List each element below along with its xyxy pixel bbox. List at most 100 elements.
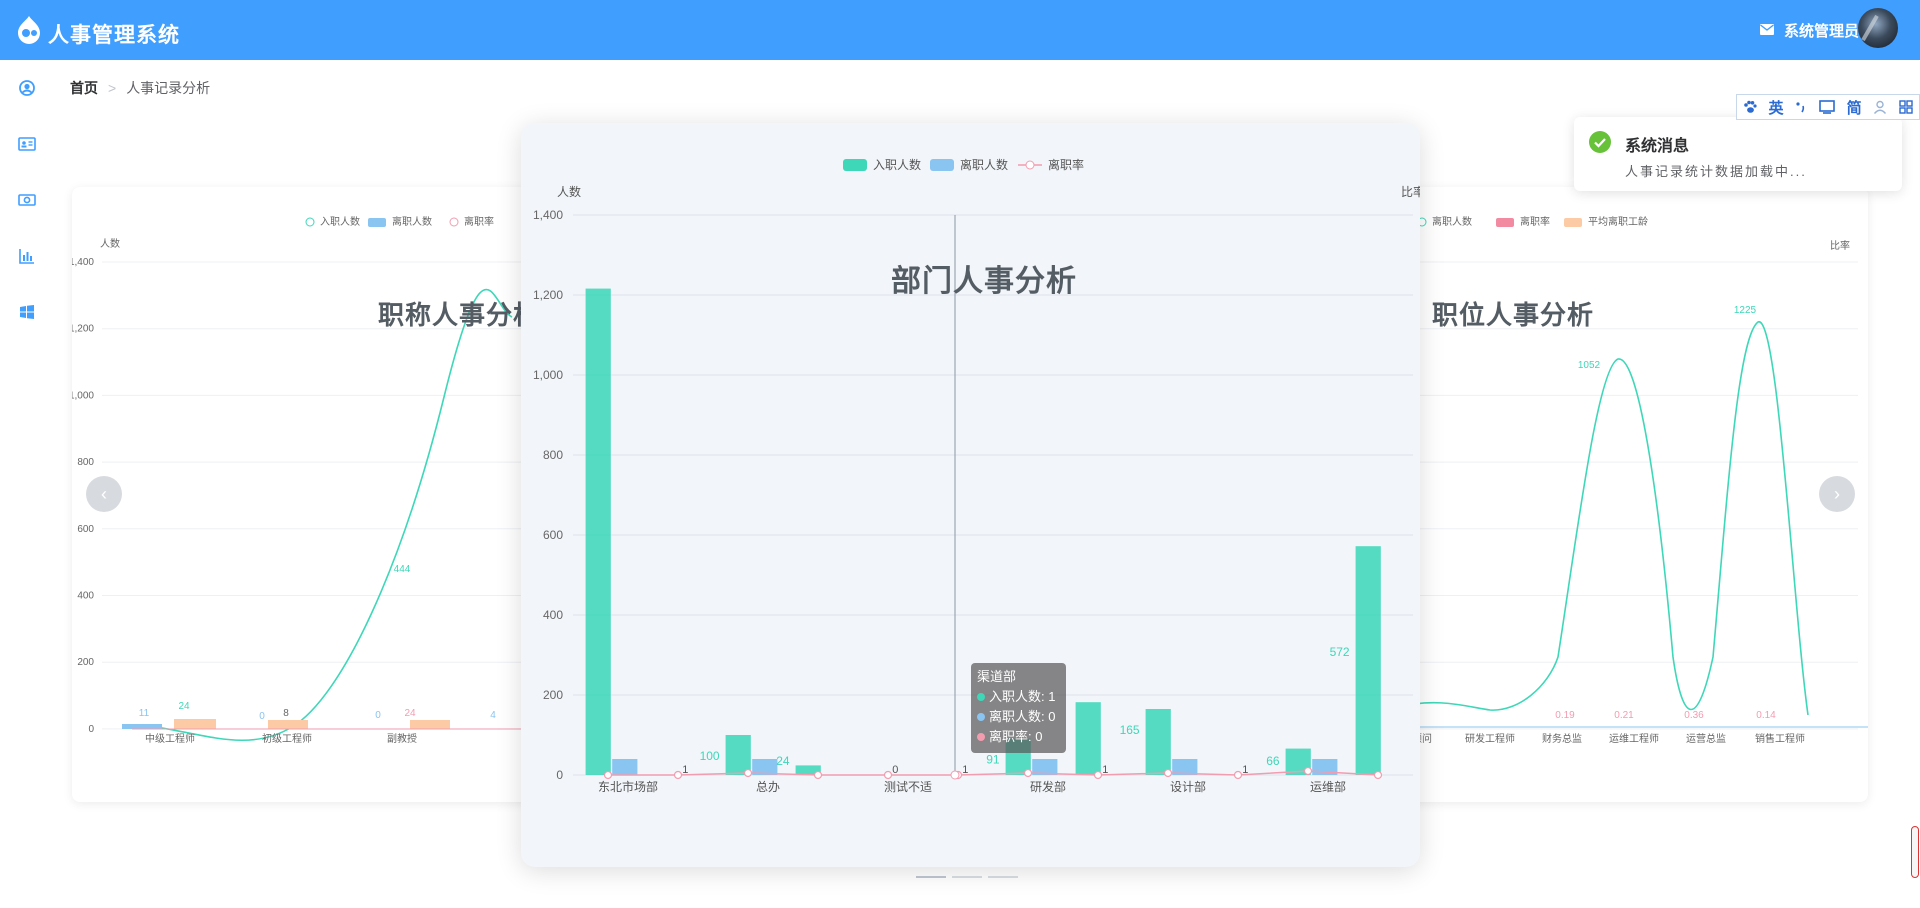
bar-hires	[1145, 709, 1171, 775]
bar-chart-icon[interactable]	[17, 246, 37, 266]
svg-text:离职人数: 离职人数	[392, 215, 432, 228]
crosshair-marker	[950, 770, 960, 780]
bar-hires	[725, 735, 751, 775]
svg-text:入职人数: 入职人数	[320, 215, 360, 228]
breadcrumb-current: 人事记录分析	[126, 80, 211, 96]
tooltip-row: 离职人数: 0	[989, 709, 1055, 724]
carousel-next-button[interactable]: ›	[1819, 476, 1855, 512]
chart-title: 职位人事分析	[1432, 300, 1595, 330]
left-y-axis-label: 人数	[100, 237, 120, 250]
carousel-indicator[interactable]	[952, 876, 982, 878]
left-data-label: 24	[404, 708, 416, 719]
y-tick-label: 0	[556, 768, 563, 782]
y-tick-label: 1,200	[533, 288, 563, 302]
ime-lang-toggle[interactable]: 英	[1769, 97, 1784, 118]
right-x-ticks: 技术顾问 研发工程师 财务总监 运维工程师 运营总监 销售工程师	[1398, 732, 1805, 745]
tooltip-row: 离职率: 0	[989, 729, 1042, 744]
windows-icon[interactable]	[17, 302, 37, 322]
left-data-label: 11	[139, 708, 150, 719]
data-label: 572	[1330, 645, 1350, 659]
bar-hires	[1355, 546, 1381, 775]
right-data-label: 0.36	[1684, 710, 1704, 721]
keyboard-icon[interactable]	[1819, 100, 1835, 114]
breadcrumb-separator: >	[108, 80, 117, 96]
right-legend: 离职人数 离职率 平均离职工龄	[1417, 215, 1648, 228]
app-title: 人事管理系统	[48, 24, 180, 47]
data-label: 1	[1242, 764, 1248, 776]
chart-title: 职称人事分析	[378, 300, 541, 330]
left-x-ticks: 中级工程师 初级工程师 副教授	[145, 732, 417, 745]
legend-marker	[1025, 160, 1035, 170]
right-data-label: 1225	[1734, 305, 1757, 316]
left-y-tick-label: 1,000	[72, 390, 94, 401]
carousel-prev-button[interactable]: ‹	[86, 476, 122, 512]
breadcrumb: 首页 > 人事记录分析	[70, 78, 210, 98]
left-data-label: 444	[394, 564, 411, 575]
scrollbar-thumb[interactable]	[1911, 826, 1919, 878]
data-label: 100	[700, 749, 720, 763]
paw-icon[interactable]	[1743, 100, 1757, 114]
left-bar	[268, 720, 308, 729]
user-icon[interactable]	[1873, 100, 1887, 114]
department-chart-panel[interactable]: 入职人数 离职人数 离职率 人数 比率 1,400 1,200 1,000 800 600 400 2…	[521, 123, 1420, 867]
data-label: 1	[1102, 764, 1108, 776]
breadcrumb-home[interactable]: 首页	[70, 80, 98, 96]
avatar[interactable]	[1858, 8, 1898, 48]
rate-marker	[673, 770, 683, 780]
punctuation-icon[interactable]	[1795, 100, 1807, 114]
envelope-icon[interactable]	[1760, 24, 1774, 35]
right-x-tick-label: 运营总监	[1686, 732, 1726, 745]
left-bar	[410, 720, 450, 729]
y-tick-label: 1,000	[533, 368, 563, 382]
x-tick-label: 研发部	[1030, 779, 1066, 794]
data-label: 165	[1120, 723, 1140, 737]
right-data-label: 1052	[1578, 360, 1601, 371]
right-hire-line	[1398, 321, 1809, 716]
money-bill-icon[interactable]	[17, 190, 37, 210]
bar-hires	[585, 288, 611, 775]
right-data-label: 0.21	[1614, 710, 1634, 721]
position-analysis-chart: 离职人数 离职率 平均离职工龄 比率 技术顾问 研发工程师 财务总监 运维工程师…	[1398, 215, 1868, 745]
svg-text:离职人数: 离职人数	[1432, 215, 1472, 228]
y-tick-label: 400	[543, 608, 563, 622]
tooltip-row: 入职人数: 1	[989, 689, 1055, 704]
department-chart: 入职人数 离职人数 离职率人数 比率 1,400 1,200 1,000 800 600 400 2…	[533, 157, 1420, 794]
id-card-icon[interactable]	[17, 134, 37, 154]
left-hire-line	[131, 288, 513, 741]
svg-text:离职率: 离职率	[464, 215, 494, 228]
ime-simplified-toggle[interactable]: 简	[1847, 97, 1862, 118]
left-data-label: 0	[375, 710, 381, 721]
right-data-labels: 52 1052 1225 0.19 0.21 0.36 0.14	[1400, 305, 1776, 721]
check-circle-icon	[1589, 131, 1611, 153]
legend-label: 离职率	[1048, 157, 1084, 172]
department-chart-title: 部门人事分析	[891, 265, 1077, 298]
user-circle-icon[interactable]	[17, 78, 37, 98]
grid-icon[interactable]	[1899, 100, 1913, 114]
user-name[interactable]: 系统管理员	[1784, 20, 1859, 41]
carousel-indicator[interactable]	[988, 876, 1018, 878]
tooltip-title: 渠道部	[977, 669, 1016, 684]
carousel-indicator[interactable]	[916, 876, 946, 878]
position-analysis-card: 离职人数 离职率 平均离职工龄 比率 技术顾问 研发工程师 财务总监 运维工程师…	[1398, 187, 1868, 802]
left-x-tick-label: 副教授	[387, 732, 417, 745]
left-x-tick-label: 初级工程师	[262, 732, 312, 745]
left-y-tick-label: 1,200	[72, 324, 94, 335]
rate-line	[608, 770, 1379, 776]
legend-label: 离职人数	[960, 157, 1008, 172]
data-label: 1	[962, 764, 968, 776]
left-data-label: 8	[283, 708, 289, 719]
left-x-tick-label: 中级工程师	[145, 732, 195, 745]
y-axis-label: 人数	[557, 184, 581, 199]
tooltip-swatch	[977, 713, 985, 721]
right-x-tick-label: 运维工程师	[1609, 732, 1659, 745]
right-y-axis-label: 比率	[1830, 239, 1850, 252]
svg-text:离职率: 离职率	[1520, 215, 1550, 228]
left-y-tick-label: 0	[88, 724, 94, 735]
right-data-label: 0.19	[1555, 710, 1575, 721]
sidebar	[0, 60, 54, 908]
left-y-tick-label: 600	[77, 524, 94, 535]
y2-axis-label: 比率	[1401, 184, 1420, 199]
data-label: 0	[892, 764, 898, 776]
notification-title: 系统消息	[1625, 138, 1690, 155]
left-data-label: 0	[259, 711, 265, 722]
